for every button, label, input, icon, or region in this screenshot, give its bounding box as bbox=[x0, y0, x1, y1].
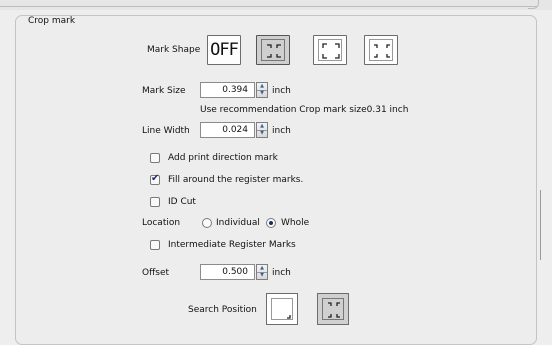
location-whole-radio[interactable] bbox=[266, 218, 276, 228]
mark-shape-corner-out-button[interactable] bbox=[313, 35, 347, 65]
mark-size-unit: inch bbox=[272, 86, 291, 96]
scrollbar-edge bbox=[540, 190, 541, 260]
mark-shape-japanese-button[interactable] bbox=[256, 35, 290, 65]
bottom-right-glyph bbox=[287, 315, 291, 319]
spinner-down-icon[interactable]: ▼ bbox=[257, 90, 267, 97]
intermediate-marks-checkbox[interactable] bbox=[150, 240, 160, 250]
offset-input[interactable]: 0.500 bbox=[200, 264, 255, 280]
print-direction-label: Add print direction mark bbox=[168, 153, 278, 163]
search-position-label: Search Position bbox=[188, 305, 257, 315]
spinner-down-icon[interactable]: ▼ bbox=[257, 272, 267, 279]
mark-size-spinner[interactable]: ▲ ▼ bbox=[256, 82, 268, 98]
offset-label: Offset bbox=[142, 268, 170, 278]
fill-around-label: Fill around the register marks. bbox=[168, 175, 304, 185]
location-whole-label: Whole bbox=[281, 218, 310, 228]
mark-shape-off-button[interactable]: OFF bbox=[207, 35, 241, 65]
top-divider-line bbox=[0, 6, 538, 7]
off-text: OFF bbox=[210, 40, 239, 60]
line-width-unit: inch bbox=[272, 126, 291, 136]
mark-size-label: Mark Size bbox=[142, 86, 186, 96]
corner-inward-glyph bbox=[374, 44, 390, 58]
mark-shape-corner-in-button[interactable] bbox=[364, 35, 398, 65]
location-individual-radio[interactable] bbox=[202, 218, 212, 228]
four-corners-glyph bbox=[328, 302, 340, 318]
line-width-spinner[interactable]: ▲ ▼ bbox=[256, 122, 268, 138]
search-position-bottom-right-button[interactable] bbox=[266, 293, 298, 325]
offset-unit: inch bbox=[272, 268, 291, 278]
line-width-label: Line Width bbox=[142, 126, 190, 136]
spinner-down-icon[interactable]: ▼ bbox=[257, 130, 267, 137]
corner-outward-glyph bbox=[322, 43, 340, 59]
print-direction-checkbox[interactable] bbox=[150, 153, 160, 163]
offset-spinner[interactable]: ▲ ▼ bbox=[256, 264, 268, 280]
fill-around-checkbox[interactable] bbox=[150, 173, 160, 185]
id-cut-label: ID Cut bbox=[168, 197, 196, 207]
mark-shape-label: Mark Shape bbox=[147, 45, 201, 55]
mark-size-input[interactable]: 0.394 bbox=[200, 82, 255, 98]
line-width-input[interactable]: 0.024 bbox=[200, 122, 255, 138]
id-cut-checkbox[interactable] bbox=[150, 197, 160, 207]
panel-title: Crop mark bbox=[24, 16, 80, 26]
location-label: Location bbox=[142, 218, 181, 228]
location-individual-label: Individual bbox=[216, 218, 260, 228]
japanese-crop-mark-glyph bbox=[267, 44, 281, 58]
search-position-four-corners-button[interactable] bbox=[317, 293, 349, 325]
intermediate-marks-label: Intermediate Register Marks bbox=[168, 240, 296, 250]
top-divider bbox=[0, 0, 552, 10]
recommendation-text: Use recommendation Crop mark size0.31 in… bbox=[200, 105, 409, 115]
top-divider-corner bbox=[528, 0, 539, 9]
